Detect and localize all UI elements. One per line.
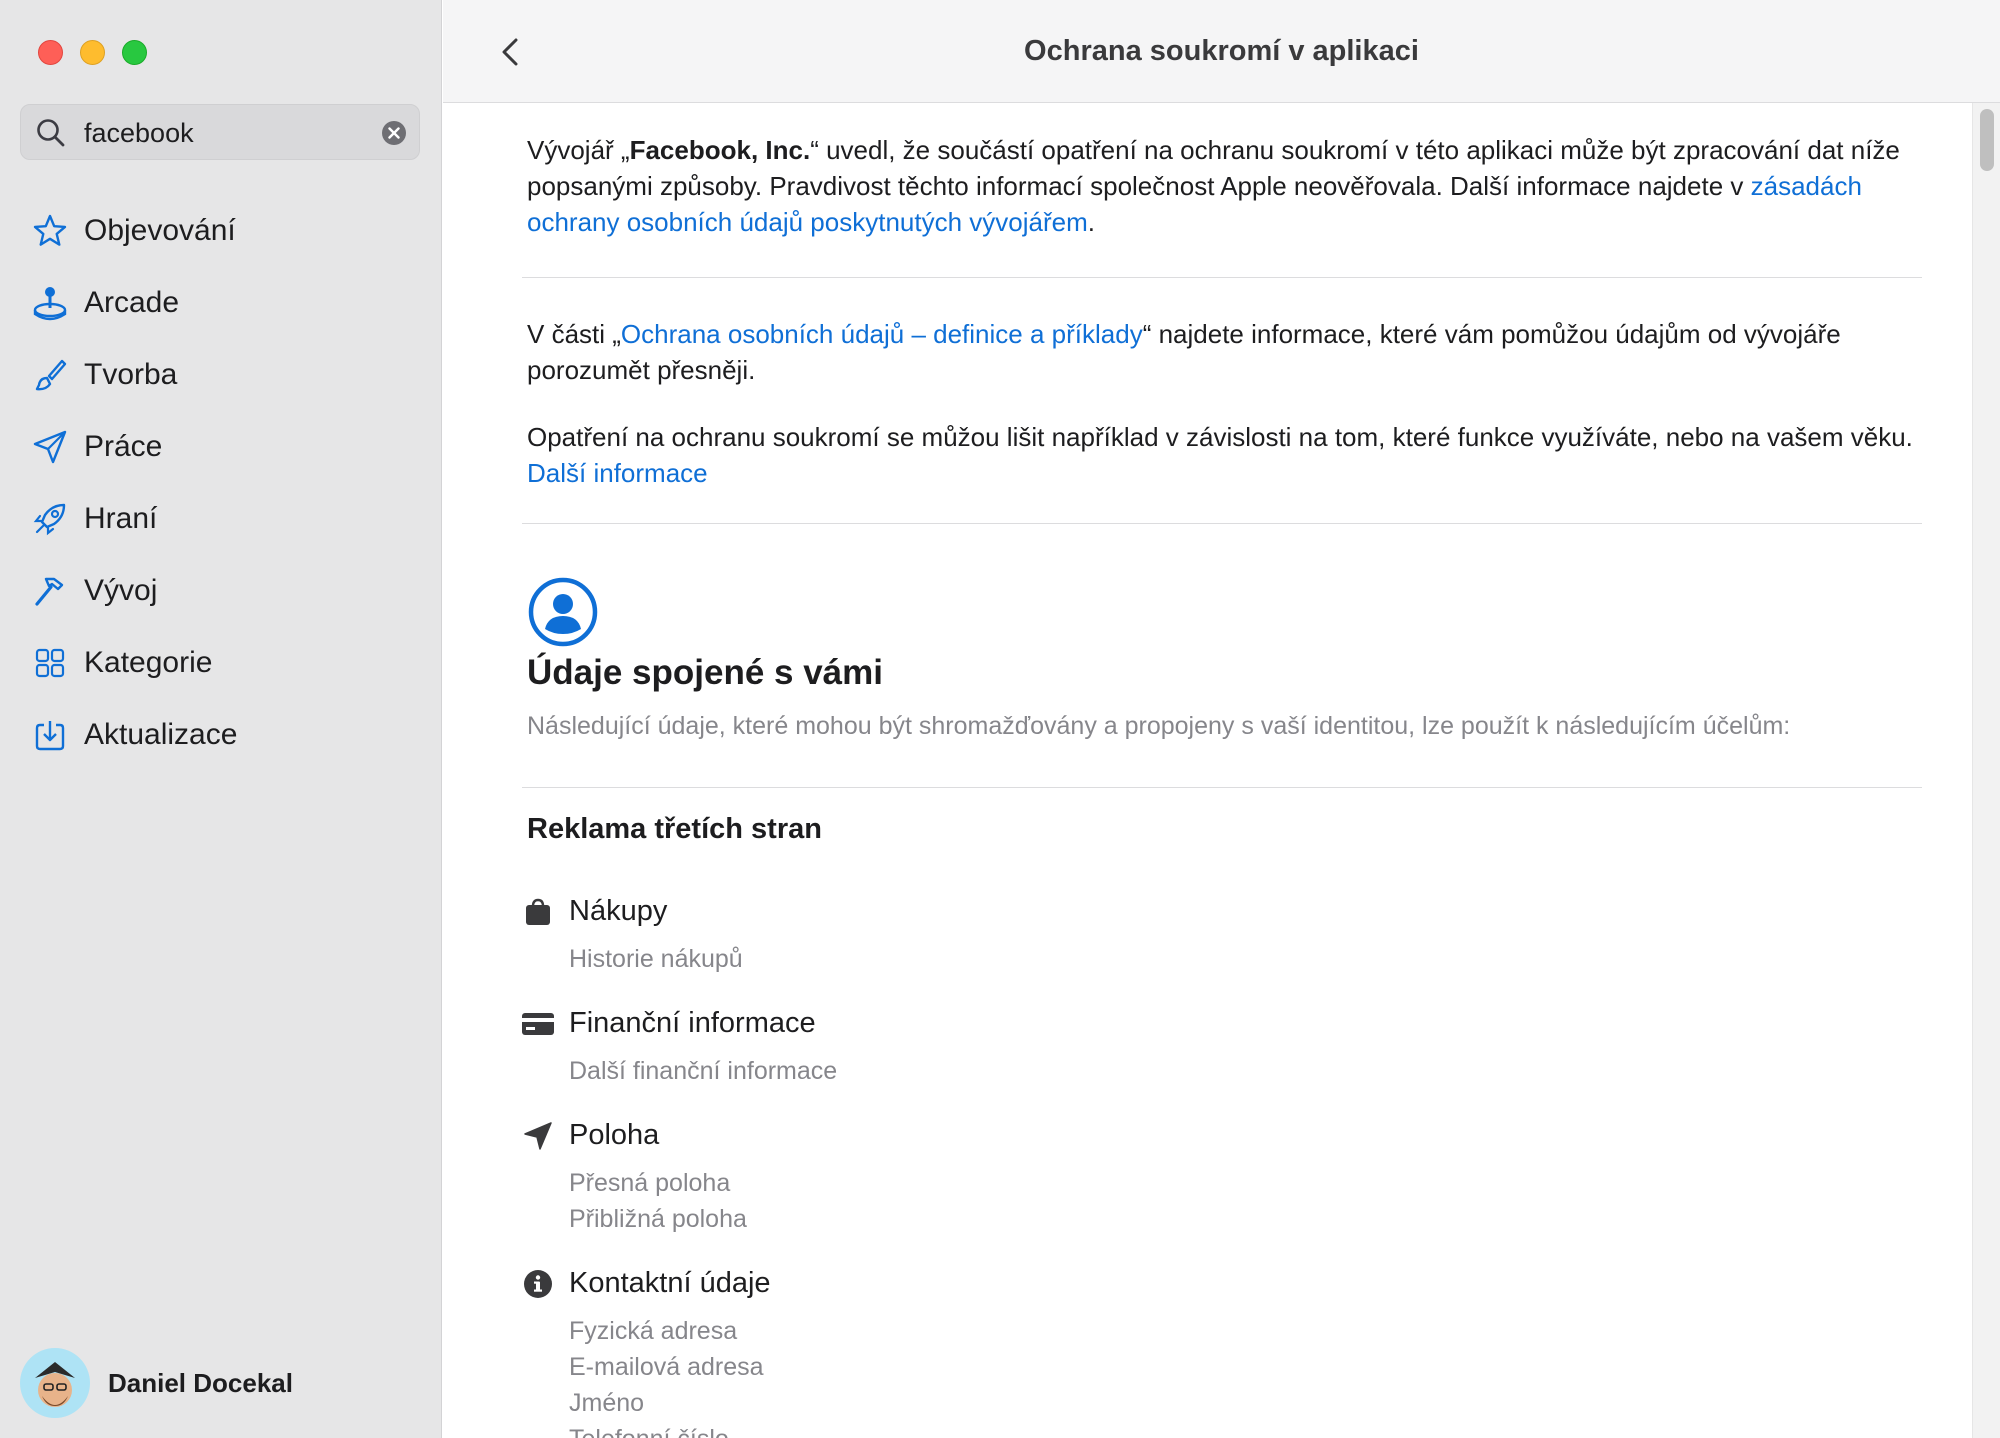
category-items: Další finanční informace xyxy=(569,1053,837,1089)
app-window: facebook Objevování Arcade Tvorba Práce … xyxy=(0,0,2000,1438)
account-button[interactable]: Daniel Docekal xyxy=(20,1348,420,1418)
credit-card-icon xyxy=(521,1007,555,1041)
category-item: E-mailová adresa xyxy=(569,1353,764,1381)
sidebar-item-label: Objevování xyxy=(84,214,236,247)
divider xyxy=(522,787,1922,788)
sidebar-item-kategorie[interactable]: Kategorie xyxy=(0,627,442,699)
learn-more-link[interactable]: Další informace xyxy=(527,458,708,488)
definitions-text: V části „ xyxy=(527,319,621,349)
category-item: Telefonní číslo xyxy=(569,1421,764,1438)
page-title: Ochrana soukromí v aplikaci xyxy=(1024,35,1419,67)
category-item: Fyzická adresa xyxy=(569,1317,738,1345)
sidebar-item-tvorba[interactable]: Tvorba xyxy=(0,339,442,411)
user-name: Daniel Docekal xyxy=(108,1368,293,1398)
category-title: Finanční informace xyxy=(569,1007,816,1039)
traffic-lights xyxy=(38,40,147,65)
grid-icon xyxy=(30,643,70,683)
category-title: Poloha xyxy=(569,1119,660,1151)
sidebar-item-label: Arcade xyxy=(84,286,180,319)
divider xyxy=(522,277,1922,278)
category-items: Historie nákupů xyxy=(569,941,743,977)
category-title: Kontaktní údaje xyxy=(569,1267,771,1299)
privacy-definitions-link[interactable]: Ochrana osobních údajů – definice a přík… xyxy=(621,319,1143,349)
close-window-button[interactable] xyxy=(38,40,63,65)
category-item: Přibližná poloha xyxy=(569,1205,747,1233)
purpose-heading: Reklama třetích stran xyxy=(527,813,822,845)
category-items: Fyzická adresa E-mailová adresa Jméno Te… xyxy=(569,1313,764,1438)
paperplane-icon xyxy=(30,427,70,467)
intro-text: Vývojář „ xyxy=(527,135,630,165)
section-title: Údaje spojené s vámi xyxy=(527,653,883,692)
minimize-window-button[interactable] xyxy=(80,40,105,65)
variation-text: Opatření na ochranu soukromí se můžou li… xyxy=(527,422,1913,452)
joystick-icon xyxy=(30,283,70,323)
sidebar-item-label: Práce xyxy=(84,430,163,463)
toolbar: Ochrana soukromí v aplikaci xyxy=(443,0,2000,103)
search-field[interactable]: facebook xyxy=(20,104,420,160)
avatar xyxy=(20,1348,90,1418)
sidebar-item-label: Hraní xyxy=(84,502,158,535)
hammer-icon xyxy=(30,571,70,611)
scrollbar[interactable] xyxy=(1972,103,2000,1438)
sidebar-item-label: Kategorie xyxy=(84,646,213,679)
scrollbar-thumb[interactable] xyxy=(1980,109,1994,171)
category-title: Nákupy xyxy=(569,895,668,927)
rocket-icon xyxy=(30,499,70,539)
definitions-paragraph: V části „Ochrana osobních údajů – defini… xyxy=(527,316,1927,388)
paintbrush-icon xyxy=(30,355,70,395)
info-circle-icon xyxy=(521,1267,555,1301)
category-item: Jméno xyxy=(569,1389,645,1417)
intro-text: . xyxy=(1087,207,1095,237)
sidebar-item-vyvoj[interactable]: Vývoj xyxy=(0,555,442,627)
sidebar-item-label: Aktualizace xyxy=(84,718,238,751)
sidebar-item-arcade[interactable]: Arcade xyxy=(0,267,442,339)
category-item: Historie nákupů xyxy=(569,945,743,973)
sidebar-nav: Objevování Arcade Tvorba Práce Hraní Výv… xyxy=(0,195,442,771)
category-item: Další finanční informace xyxy=(569,1057,838,1085)
sidebar-item-aktualizace[interactable]: Aktualizace xyxy=(0,699,442,771)
zoom-window-button[interactable] xyxy=(122,40,147,65)
sidebar-item-label: Tvorba xyxy=(84,358,178,391)
sidebar: facebook Objevování Arcade Tvorba Práce … xyxy=(0,0,442,1438)
divider xyxy=(522,523,1922,524)
sidebar-item-hrani[interactable]: Hraní xyxy=(0,483,442,555)
sidebar-item-prace[interactable]: Práce xyxy=(0,411,442,483)
search-icon xyxy=(37,119,65,147)
sidebar-item-label: Vývoj xyxy=(84,574,158,607)
star-icon xyxy=(30,211,70,251)
sidebar-item-objevovani[interactable]: Objevování xyxy=(0,195,442,267)
person-circle-icon xyxy=(528,577,598,647)
intro-paragraph: Vývojář „Facebook, Inc.“ uvedl, že součá… xyxy=(527,132,1927,240)
location-arrow-icon xyxy=(521,1119,555,1153)
search-input[interactable]: facebook xyxy=(84,105,194,161)
shopping-bag-icon xyxy=(521,895,555,929)
main-panel: Ochrana soukromí v aplikaci Vývojář „Fac… xyxy=(443,0,2000,1438)
developer-name: Facebook, Inc. xyxy=(629,135,811,165)
section-description: Následující údaje, které mohou být shrom… xyxy=(527,712,1791,740)
category-items: Přesná poloha Přibližná poloha xyxy=(569,1165,747,1237)
variation-paragraph: Opatření na ochranu soukromí se můžou li… xyxy=(527,419,1927,491)
category-item: Přesná poloha xyxy=(569,1169,731,1197)
clear-search-icon[interactable] xyxy=(381,120,407,146)
download-icon xyxy=(30,715,70,755)
